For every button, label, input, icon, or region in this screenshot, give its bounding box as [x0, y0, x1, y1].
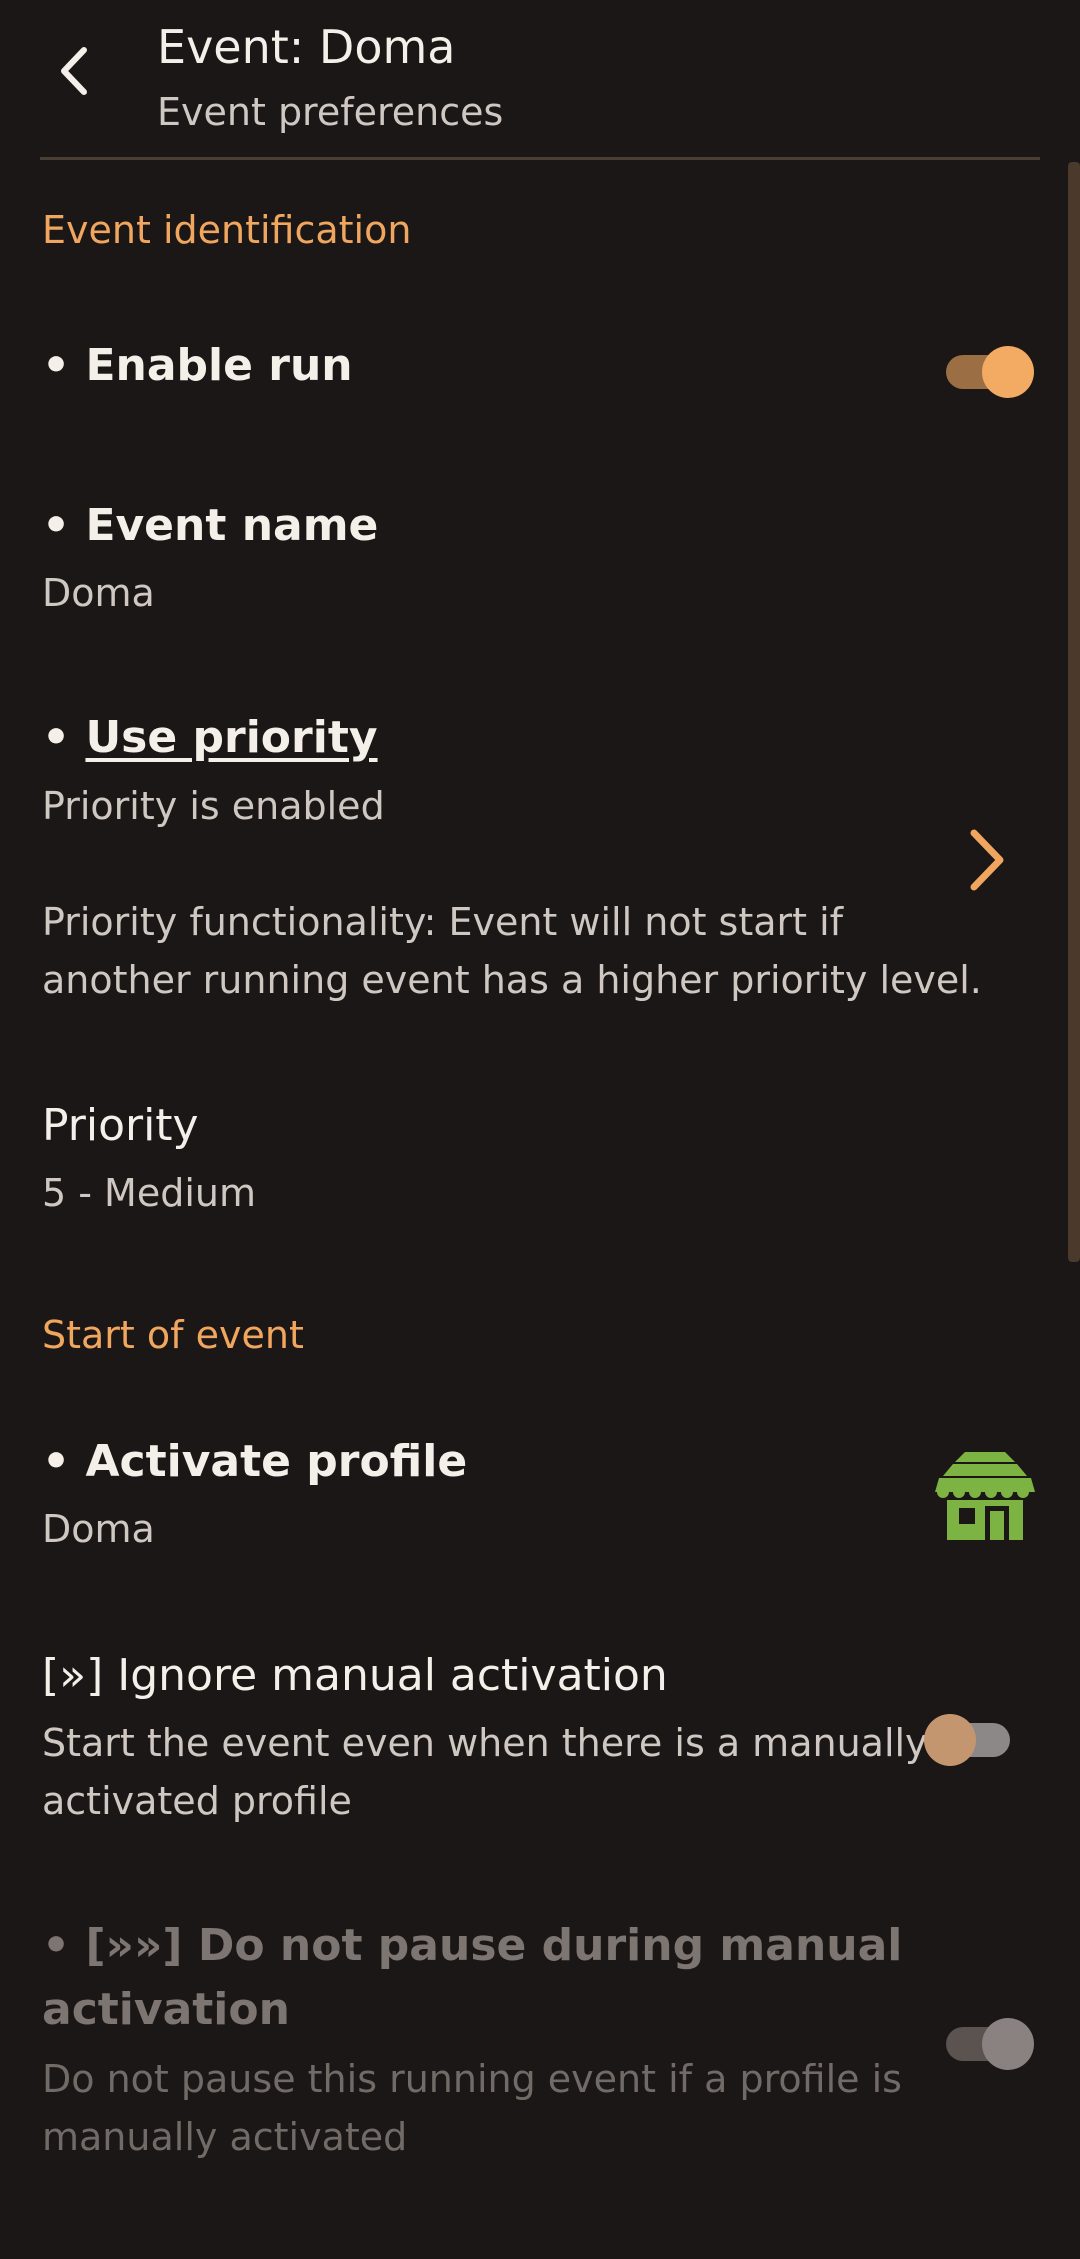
pref-do-not-pause-summary-line1: Do not pause this running event if a pro… [42, 2057, 902, 2101]
bullet: • [42, 712, 86, 763]
switch-thumb [924, 1714, 976, 1766]
priority-description-line1: Priority functionality: Event will not s… [42, 900, 844, 944]
use-priority-label: Use priority [85, 712, 378, 763]
pref-ignore-manual-summary-line1: Start the event even when there is a man… [42, 1721, 928, 1765]
house-icon [935, 1452, 1035, 1540]
switch-thumb [982, 346, 1034, 398]
priority-description-line2: another running event has a higher prior… [42, 958, 982, 1002]
ignore-manual-switch[interactable] [924, 1706, 1014, 1766]
pref-activate-profile-title: • Activate profile [42, 1436, 468, 1487]
pref-priority-value: 5 - Medium [42, 1171, 256, 1215]
switch-thumb [982, 2018, 1034, 2070]
section-event-identification: Event identification [42, 208, 412, 252]
pref-do-not-pause-title-line2: activation [42, 1984, 290, 2035]
pref-event-name-value: Doma [42, 571, 155, 615]
chevron-right-icon[interactable] [958, 825, 1014, 895]
do-not-pause-switch [942, 2010, 1034, 2070]
pref-enable-run-title: • Enable run [42, 340, 353, 391]
pref-priority-title: Priority [42, 1100, 199, 1151]
page-title: Event: Doma [157, 20, 456, 74]
header-divider [40, 157, 1040, 160]
back-button[interactable] [42, 36, 112, 106]
toolbar: Event: Doma Event preferences [0, 0, 1080, 160]
section-start-of-event: Start of event [42, 1313, 304, 1357]
pref-activate-profile-value: Doma [42, 1507, 155, 1551]
pref-ignore-manual-title: [»] Ignore manual activation [42, 1650, 668, 1701]
page-subtitle: Event preferences [157, 90, 504, 134]
scrollbar[interactable] [1068, 162, 1080, 1262]
pref-use-priority-summary: Priority is enabled [42, 784, 385, 828]
pref-ignore-manual-summary-line2: activated profile [42, 1779, 352, 1823]
pref-event-name-title: • Event name [42, 500, 379, 551]
arrow-back-icon [61, 47, 87, 95]
pref-do-not-pause-title-line1: • [»»] Do not pause during manual [42, 1920, 903, 1971]
pref-use-priority-title: • Use priority [42, 712, 378, 763]
enable-run-switch[interactable] [942, 338, 1034, 398]
pref-do-not-pause-summary-line2: manually activated [42, 2115, 408, 2159]
